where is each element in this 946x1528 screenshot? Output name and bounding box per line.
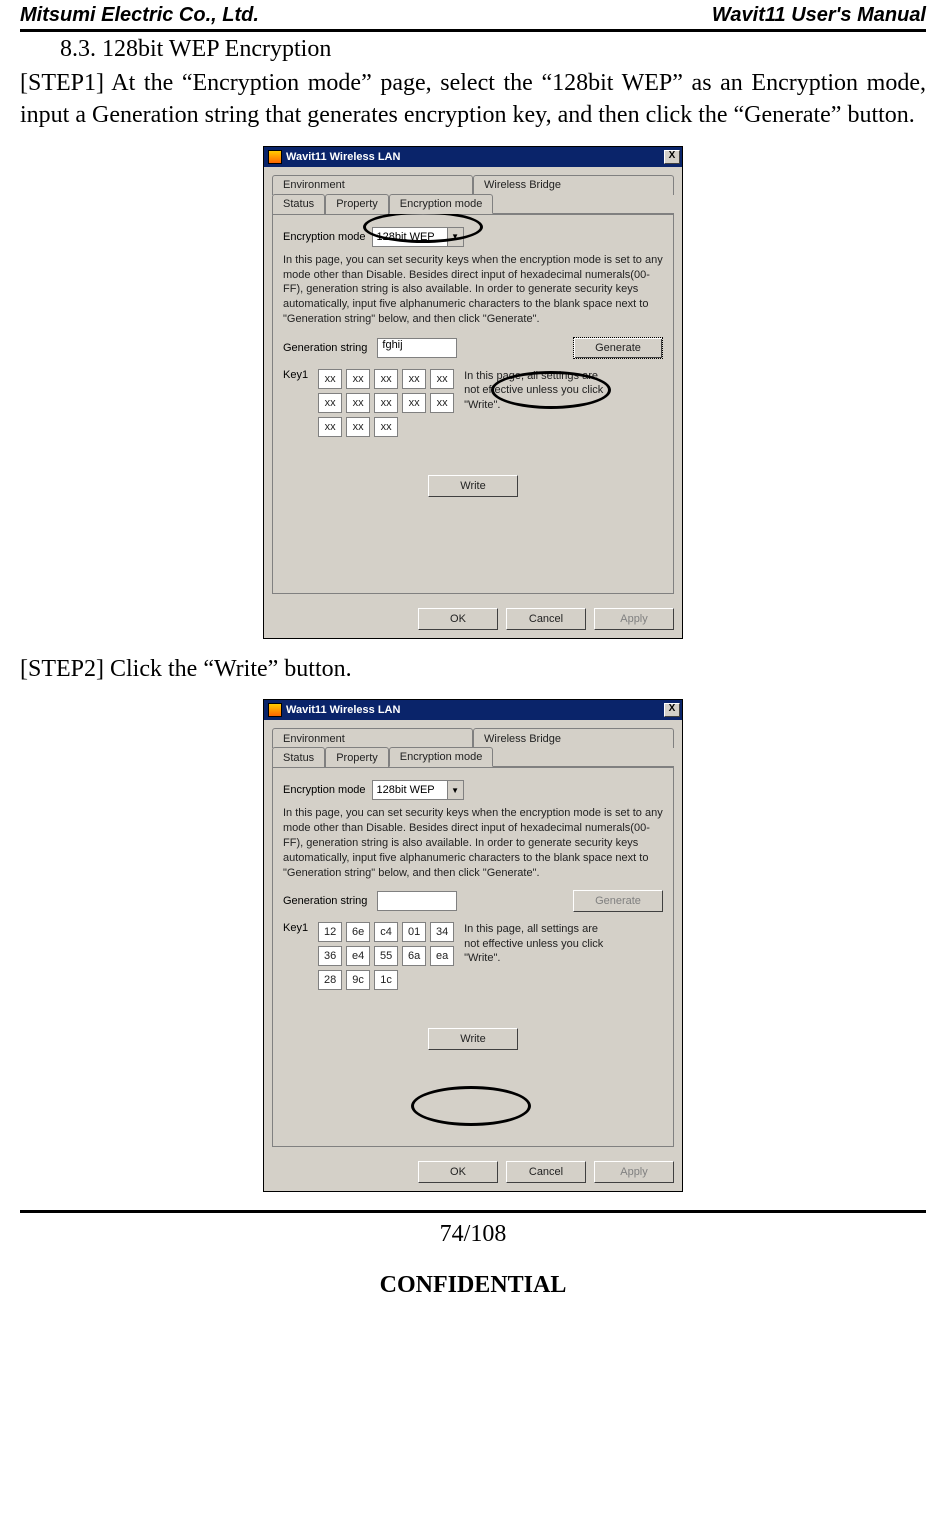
hex-cell[interactable]: c4 bbox=[374, 922, 398, 942]
page-number: 74/108 bbox=[20, 1221, 926, 1248]
enc-mode-select[interactable]: 128bit WEP ▼ bbox=[372, 780, 464, 800]
section-heading: 8.3. 128bit WEP Encryption bbox=[20, 36, 926, 63]
close-button[interactable]: X bbox=[664, 150, 680, 164]
dialog-title: Wavit11 Wireless LAN bbox=[286, 151, 400, 163]
tab-wireless-bridge[interactable]: Wireless Bridge bbox=[473, 728, 674, 748]
tab-property[interactable]: Property bbox=[325, 194, 389, 214]
help-text: In this page, you can set security keys … bbox=[283, 253, 663, 327]
hex-cell[interactable]: 9c bbox=[346, 970, 370, 990]
tab-encryption-mode[interactable]: Encryption mode bbox=[389, 194, 494, 214]
enc-mode-label: Encryption mode bbox=[283, 231, 366, 243]
hex-cell[interactable]: 28 bbox=[318, 970, 342, 990]
dialog-titlebar[interactable]: Wavit11 Wireless LAN X bbox=[264, 700, 682, 720]
apply-button[interactable]: Apply bbox=[594, 608, 674, 630]
hex-cell[interactable]: xx bbox=[374, 417, 398, 437]
app-icon bbox=[268, 703, 282, 717]
hex-cell[interactable]: xx bbox=[402, 369, 426, 389]
hex-cell[interactable]: 12 bbox=[318, 922, 342, 942]
hex-cell[interactable]: 6e bbox=[346, 922, 370, 942]
tab-environment[interactable]: Environment bbox=[272, 728, 473, 748]
tab-panel: Encryption mode 128bit WEP ▼ In this pag… bbox=[272, 767, 674, 1147]
key1-grid: xx xx xx xx xx xx xx xx xx xx bbox=[318, 369, 454, 437]
hex-cell[interactable]: e4 bbox=[346, 946, 370, 966]
generation-string-label: Generation string bbox=[283, 342, 367, 354]
header-right: Wavit11 User's Manual bbox=[712, 4, 926, 27]
confidential-label: CONFIDENTIAL bbox=[20, 1272, 926, 1299]
tab-status[interactable]: Status bbox=[272, 747, 325, 767]
header-left: Mitsumi Electric Co., Ltd. bbox=[20, 4, 259, 27]
hex-cell[interactable]: 36 bbox=[318, 946, 342, 966]
tab-encryption-mode[interactable]: Encryption mode bbox=[389, 747, 494, 767]
hex-cell[interactable]: 55 bbox=[374, 946, 398, 966]
section-number: 8.3. bbox=[60, 36, 96, 62]
hex-cell[interactable]: 01 bbox=[402, 922, 426, 942]
cancel-button[interactable]: Cancel bbox=[506, 608, 586, 630]
write-button[interactable]: Write bbox=[428, 1028, 518, 1050]
dropdown-arrow-icon[interactable]: ▼ bbox=[447, 228, 463, 246]
hex-cell[interactable]: 34 bbox=[430, 922, 454, 942]
generate-button[interactable]: Generate bbox=[573, 890, 663, 912]
section-title: 128bit WEP Encryption bbox=[102, 36, 331, 62]
step1-text: [STEP1] At the “Encryption mode” page, s… bbox=[20, 67, 926, 132]
hex-cell[interactable]: xx bbox=[318, 369, 342, 389]
key1-grid: 12 6e c4 01 34 36 e4 55 6a ea bbox=[318, 922, 454, 990]
app-icon bbox=[268, 150, 282, 164]
tab-property[interactable]: Property bbox=[325, 747, 389, 767]
dialog-title: Wavit11 Wireless LAN bbox=[286, 704, 400, 716]
generation-string-input[interactable] bbox=[377, 891, 457, 911]
hex-cell[interactable]: xx bbox=[346, 393, 370, 413]
hex-cell[interactable]: xx bbox=[374, 369, 398, 389]
dropdown-arrow-icon[interactable]: ▼ bbox=[447, 781, 463, 799]
side-note: In this page, all settings are not effec… bbox=[464, 922, 614, 965]
close-button[interactable]: X bbox=[664, 703, 680, 717]
step2-text: [STEP2] Click the “Write” button. bbox=[20, 653, 926, 685]
tab-panel: Encryption mode 128bit WEP ▼ In this pag… bbox=[272, 214, 674, 594]
hex-cell[interactable]: xx bbox=[402, 393, 426, 413]
ok-button[interactable]: OK bbox=[418, 608, 498, 630]
hex-cell[interactable]: ea bbox=[430, 946, 454, 966]
hex-cell[interactable]: 6a bbox=[402, 946, 426, 966]
tab-wireless-bridge[interactable]: Wireless Bridge bbox=[473, 175, 674, 195]
help-text: In this page, you can set security keys … bbox=[283, 806, 663, 880]
annotation-ellipse-write bbox=[411, 1086, 531, 1126]
ok-button[interactable]: OK bbox=[418, 1161, 498, 1183]
hex-cell[interactable]: xx bbox=[318, 393, 342, 413]
key1-label: Key1 bbox=[283, 369, 308, 381]
hex-cell[interactable]: 1c bbox=[374, 970, 398, 990]
cancel-button[interactable]: Cancel bbox=[506, 1161, 586, 1183]
generate-button[interactable]: Generate bbox=[573, 337, 663, 359]
write-button[interactable]: Write bbox=[428, 475, 518, 497]
enc-mode-label: Encryption mode bbox=[283, 784, 366, 796]
hex-cell[interactable]: xx bbox=[374, 393, 398, 413]
hex-cell[interactable]: xx bbox=[318, 417, 342, 437]
side-note: In this page, all settings are not effec… bbox=[464, 369, 614, 412]
generation-string-label: Generation string bbox=[283, 895, 367, 907]
tab-status[interactable]: Status bbox=[272, 194, 325, 214]
hex-cell[interactable]: xx bbox=[346, 369, 370, 389]
dialog-titlebar[interactable]: Wavit11 Wireless LAN X bbox=[264, 147, 682, 167]
hex-cell[interactable]: xx bbox=[430, 393, 454, 413]
generation-string-input[interactable]: fghij bbox=[377, 338, 457, 358]
hex-cell[interactable]: xx bbox=[430, 369, 454, 389]
tab-environment[interactable]: Environment bbox=[272, 175, 473, 195]
apply-button[interactable]: Apply bbox=[594, 1161, 674, 1183]
dialog-1: Wavit11 Wireless LAN X Environment Wirel… bbox=[263, 146, 683, 639]
enc-mode-select[interactable]: 128bit WEP ▼ bbox=[372, 227, 464, 247]
key1-label: Key1 bbox=[283, 922, 308, 934]
dialog-2: Wavit11 Wireless LAN X Environment Wirel… bbox=[263, 699, 683, 1192]
enc-mode-value: 128bit WEP bbox=[377, 231, 435, 243]
hex-cell[interactable]: xx bbox=[346, 417, 370, 437]
enc-mode-value: 128bit WEP bbox=[377, 784, 435, 796]
